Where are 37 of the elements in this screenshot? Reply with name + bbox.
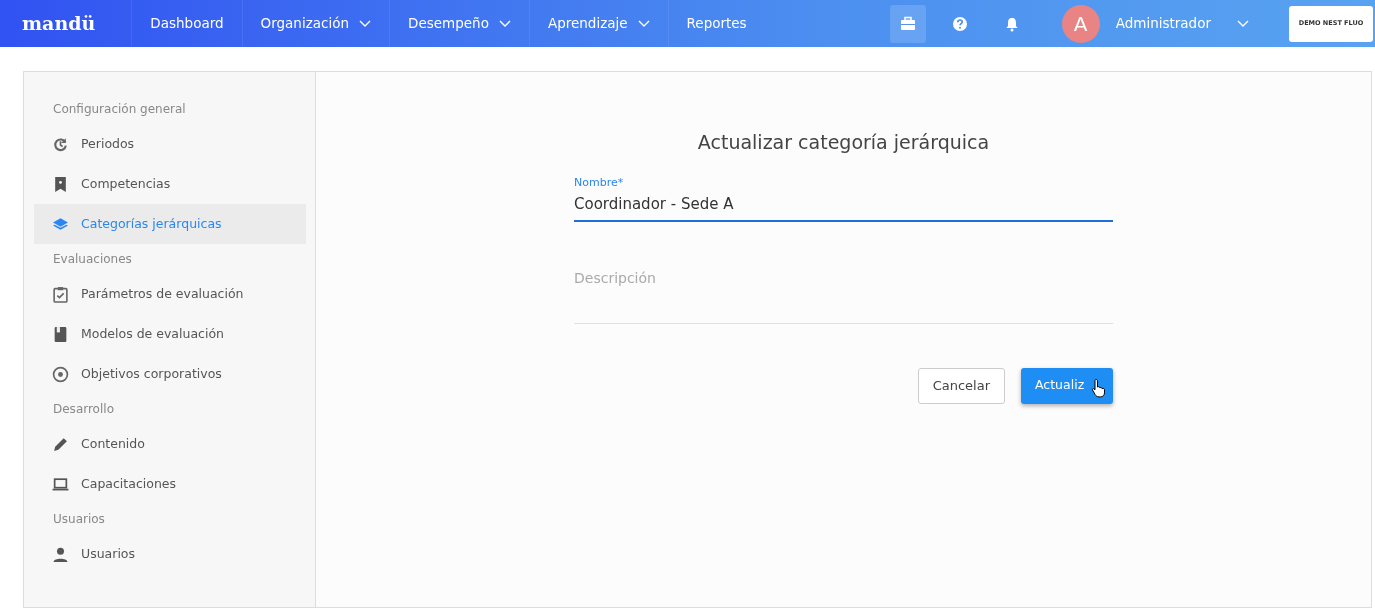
help-icon	[951, 15, 968, 32]
layers-icon	[52, 215, 69, 233]
laptop-icon	[52, 475, 69, 493]
section-heading: Configuración general	[52, 101, 187, 118]
sidebar-item[interactable]: Contenido	[34, 424, 306, 464]
pencil-icon	[52, 435, 69, 453]
cancel-button[interactable]: Cancelar	[917, 367, 1005, 404]
sidebar-item[interactable]: Competencias	[34, 164, 306, 204]
nav-link[interactable]: Aprendizaje	[528, 0, 668, 47]
name-field[interactable]: Coordinador - Sede A	[574, 191, 1113, 222]
person-icon	[52, 545, 69, 563]
history-icon	[52, 135, 69, 153]
form-title: Actualizar categoría jerárquica	[696, 130, 991, 155]
target-icon	[52, 365, 69, 383]
field-label: Nombre*	[574, 174, 625, 191]
sidebar-item[interactable]: Periodos	[34, 124, 306, 164]
sidebar-item[interactable]: Usuarios	[34, 534, 306, 574]
clipboard-check-icon	[52, 285, 69, 303]
hand-cursor-icon	[1091, 377, 1107, 398]
sidebar-item[interactable]: Parámetros de evaluación	[34, 274, 306, 314]
sidebar-item[interactable]: Objetivos corporativos	[34, 354, 306, 394]
section-heading: Evaluaciones	[52, 251, 133, 268]
chevron-down-icon	[1237, 20, 1249, 29]
section-heading: Usuarios	[52, 511, 106, 528]
briefcase-icon	[899, 15, 916, 32]
nav-link[interactable]: Dashboard	[131, 0, 242, 47]
nav-link[interactable]: Reportes	[667, 0, 765, 47]
nav-link[interactable]: Desempeño	[389, 0, 529, 47]
sidebar-item[interactable]: Modelos de evaluación	[34, 314, 306, 354]
book-icon	[52, 325, 69, 343]
sidebar-item[interactable]: Capacitaciones	[34, 464, 306, 504]
nav-link[interactable]: Organización	[241, 0, 389, 47]
logo: mandü	[21, 11, 97, 37]
description-field[interactable]: Descripción	[574, 267, 1113, 324]
section-heading: Desarrollo	[52, 401, 115, 418]
toolbar-button[interactable]	[889, 4, 926, 43]
bookmark-icon	[52, 175, 69, 193]
